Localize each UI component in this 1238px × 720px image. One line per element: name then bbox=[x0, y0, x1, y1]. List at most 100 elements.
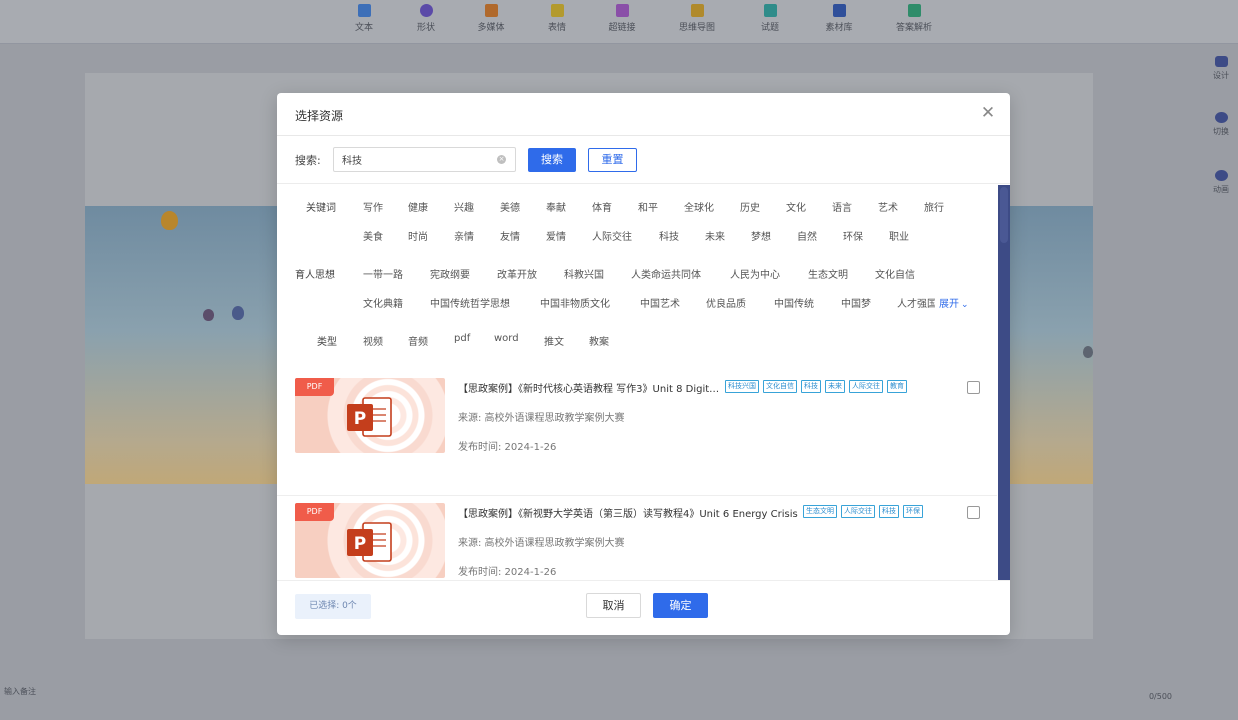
ideology-chip[interactable]: 文化自信 bbox=[875, 266, 915, 281]
list-scrollbar[interactable] bbox=[998, 185, 1010, 580]
keyword-chip[interactable]: 美食 bbox=[363, 228, 383, 243]
dialog-header: 选择资源 ✕ bbox=[277, 93, 1010, 136]
resource-date: 发布时间: 2024-1-26 bbox=[458, 442, 557, 453]
ideology-filter-row-2: 文化典籍 中国传统哲学思想 中国非物质文化 中国艺术 优良品质 中国传统 中国梦… bbox=[277, 295, 997, 311]
type-chip[interactable]: 推文 bbox=[544, 333, 564, 348]
dialog-footer: 已选择: 0个 取消 确定 bbox=[277, 580, 1010, 635]
keyword-chip[interactable]: 美德 bbox=[500, 199, 520, 214]
ideology-chip[interactable]: 中国传统哲学思想 bbox=[430, 295, 510, 310]
keyword-chip[interactable]: 爱情 bbox=[546, 228, 566, 243]
keyword-chip[interactable]: 亲情 bbox=[454, 228, 474, 243]
resource-thumbnail: PDF P bbox=[295, 503, 445, 578]
keyword-chip[interactable]: 历史 bbox=[740, 199, 760, 214]
keyword-chip[interactable]: 未来 bbox=[705, 228, 725, 243]
ideology-chip[interactable]: 人类命运共同体 bbox=[631, 266, 701, 281]
ideology-chip[interactable]: 中国艺术 bbox=[640, 295, 680, 310]
keyword-chip[interactable]: 自然 bbox=[797, 228, 817, 243]
confirm-button[interactable]: 确定 bbox=[653, 593, 708, 618]
pdf-badge: PDF bbox=[295, 378, 334, 396]
toolbar-answer[interactable]: 答案解析 bbox=[879, 4, 949, 33]
keyword-chip[interactable]: 旅行 bbox=[924, 199, 944, 214]
keyword-chip[interactable]: 环保 bbox=[843, 228, 863, 243]
toolbar-mindmap[interactable]: 思维导图 bbox=[662, 4, 732, 33]
resource-card[interactable]: PDF P 【思政案例】《新视野大学英语（第三版）读写教程4》Unit 6 En… bbox=[277, 503, 997, 580]
toolbar-quiz[interactable]: 试题 bbox=[735, 4, 805, 33]
ideology-chip[interactable]: 生态文明 bbox=[808, 266, 848, 281]
keyword-chip[interactable]: 梦想 bbox=[751, 228, 771, 243]
ideology-chip[interactable]: 宪政纲要 bbox=[430, 266, 470, 281]
ideology-chip[interactable]: 人才强国 bbox=[897, 295, 935, 310]
search-button[interactable]: 搜索 bbox=[528, 148, 576, 172]
keyword-chip[interactable]: 文化 bbox=[786, 199, 806, 214]
keyword-chip[interactable]: 友情 bbox=[500, 228, 520, 243]
text-icon bbox=[357, 4, 371, 17]
notes-input[interactable]: 输入备注 bbox=[4, 686, 36, 697]
side-tool-animation[interactable]: 动画 bbox=[1208, 170, 1234, 195]
resource-checkbox[interactable] bbox=[967, 381, 980, 394]
keyword-chip[interactable]: 语言 bbox=[832, 199, 852, 214]
keyword-chip[interactable]: 奉献 bbox=[546, 199, 566, 214]
resource-checkbox[interactable] bbox=[967, 506, 980, 519]
keyword-chip[interactable]: 和平 bbox=[638, 199, 658, 214]
type-chip[interactable]: pdf bbox=[454, 333, 470, 344]
keyword-chip[interactable]: 全球化 bbox=[684, 199, 714, 214]
clear-icon[interactable]: × bbox=[497, 155, 506, 164]
close-icon[interactable]: ✕ bbox=[980, 105, 996, 122]
keyword-chip[interactable]: 体育 bbox=[592, 199, 612, 214]
ideology-chip[interactable]: 一带一路 bbox=[363, 266, 403, 281]
ideology-chip[interactable]: 改革开放 bbox=[497, 266, 537, 281]
answer-icon bbox=[907, 4, 921, 17]
keyword-chip[interactable]: 科技 bbox=[659, 228, 679, 243]
toolbar-library[interactable]: 素材库 bbox=[804, 4, 874, 33]
resource-tag: 生态文明 bbox=[803, 505, 837, 518]
ideology-chip[interactable]: 中国非物质文化 bbox=[540, 295, 610, 310]
toolbar-link[interactable]: 超链接 bbox=[587, 4, 657, 33]
keyword-chip[interactable]: 艺术 bbox=[878, 199, 898, 214]
ideology-chip[interactable]: 科教兴国 bbox=[564, 266, 604, 281]
type-chip[interactable]: word bbox=[494, 333, 519, 344]
keyword-chip[interactable]: 兴趣 bbox=[454, 199, 474, 214]
toolbar-media[interactable]: 多媒体 bbox=[456, 4, 526, 33]
ideology-chip[interactable]: 中国梦 bbox=[841, 295, 871, 310]
expand-toggle[interactable]: 展开 ⌄ bbox=[939, 295, 969, 310]
resource-tag: 科技 bbox=[801, 380, 821, 393]
ideology-chip[interactable]: 人民为中心 bbox=[730, 266, 780, 281]
editor-toolbar: 文本 形状 多媒体 表情 超链接 思维导图 试题 素材库 答案解析 bbox=[0, 0, 1238, 44]
resource-tag: 环保 bbox=[903, 505, 923, 518]
scrollbar-thumb[interactable] bbox=[1000, 187, 1008, 243]
ideology-chip[interactable]: 优良品质 bbox=[706, 295, 746, 310]
ideology-chip[interactable]: 文化典籍 bbox=[363, 295, 403, 310]
search-input[interactable] bbox=[334, 148, 494, 171]
reset-button[interactable]: 重置 bbox=[588, 148, 637, 172]
svg-text:P: P bbox=[354, 534, 366, 554]
type-chip[interactable]: 教案 bbox=[589, 333, 609, 348]
transition-icon bbox=[1214, 112, 1228, 123]
keyword-chip[interactable]: 健康 bbox=[408, 199, 428, 214]
keyword-chip[interactable]: 时尚 bbox=[408, 228, 428, 243]
resource-tag: 科技 bbox=[879, 505, 899, 518]
side-tool-transition[interactable]: 切换 bbox=[1208, 112, 1234, 137]
resource-title[interactable]: 【思政案例】《新时代核心英语教程 写作3》Unit 8 Digital Tech… bbox=[458, 380, 720, 395]
resource-list-scroll-area[interactable]: 关键词 写作 健康 兴趣 美德 奉献 体育 和平 全球化 历史 文化 语言 艺术… bbox=[277, 185, 1010, 580]
search-bar: 搜索: × 搜索 重置 bbox=[277, 136, 1010, 184]
keyword-chip[interactable]: 职业 bbox=[889, 228, 909, 243]
balloon-shape bbox=[161, 211, 178, 230]
resource-title[interactable]: 【思政案例】《新视野大学英语（第三版）读写教程4》Unit 6 Energy C… bbox=[458, 505, 798, 520]
keyword-chip[interactable]: 写作 bbox=[363, 199, 383, 214]
keyword-filter-row-2: 美食 时尚 亲情 友情 爱情 人际交往 科技 未来 梦想 自然 环保 职业 bbox=[277, 228, 997, 244]
keyword-chip[interactable]: 人际交往 bbox=[592, 228, 632, 243]
type-filter-label: 类型 bbox=[317, 337, 337, 348]
cancel-button[interactable]: 取消 bbox=[586, 593, 641, 618]
balloon-shape bbox=[232, 306, 244, 320]
keyword-filter-label: 关键词 bbox=[306, 203, 336, 214]
expand-label: 展开 bbox=[939, 299, 959, 310]
toolbar-emoji[interactable]: 表情 bbox=[522, 4, 592, 33]
type-chip[interactable]: 视频 bbox=[363, 333, 383, 348]
side-tool-design[interactable]: 设计 bbox=[1208, 56, 1234, 81]
ideology-chip[interactable]: 中国传统 bbox=[774, 295, 814, 310]
type-chip[interactable]: 音频 bbox=[408, 333, 428, 348]
resource-card[interactable]: PDF P 【思政案例】《新时代核心英语教程 写作3》Unit 8 Digita… bbox=[277, 378, 997, 496]
toolbar-text[interactable]: 文本 bbox=[329, 4, 399, 33]
search-box: × bbox=[333, 147, 516, 172]
toolbar-shape[interactable]: 形状 bbox=[391, 4, 461, 33]
